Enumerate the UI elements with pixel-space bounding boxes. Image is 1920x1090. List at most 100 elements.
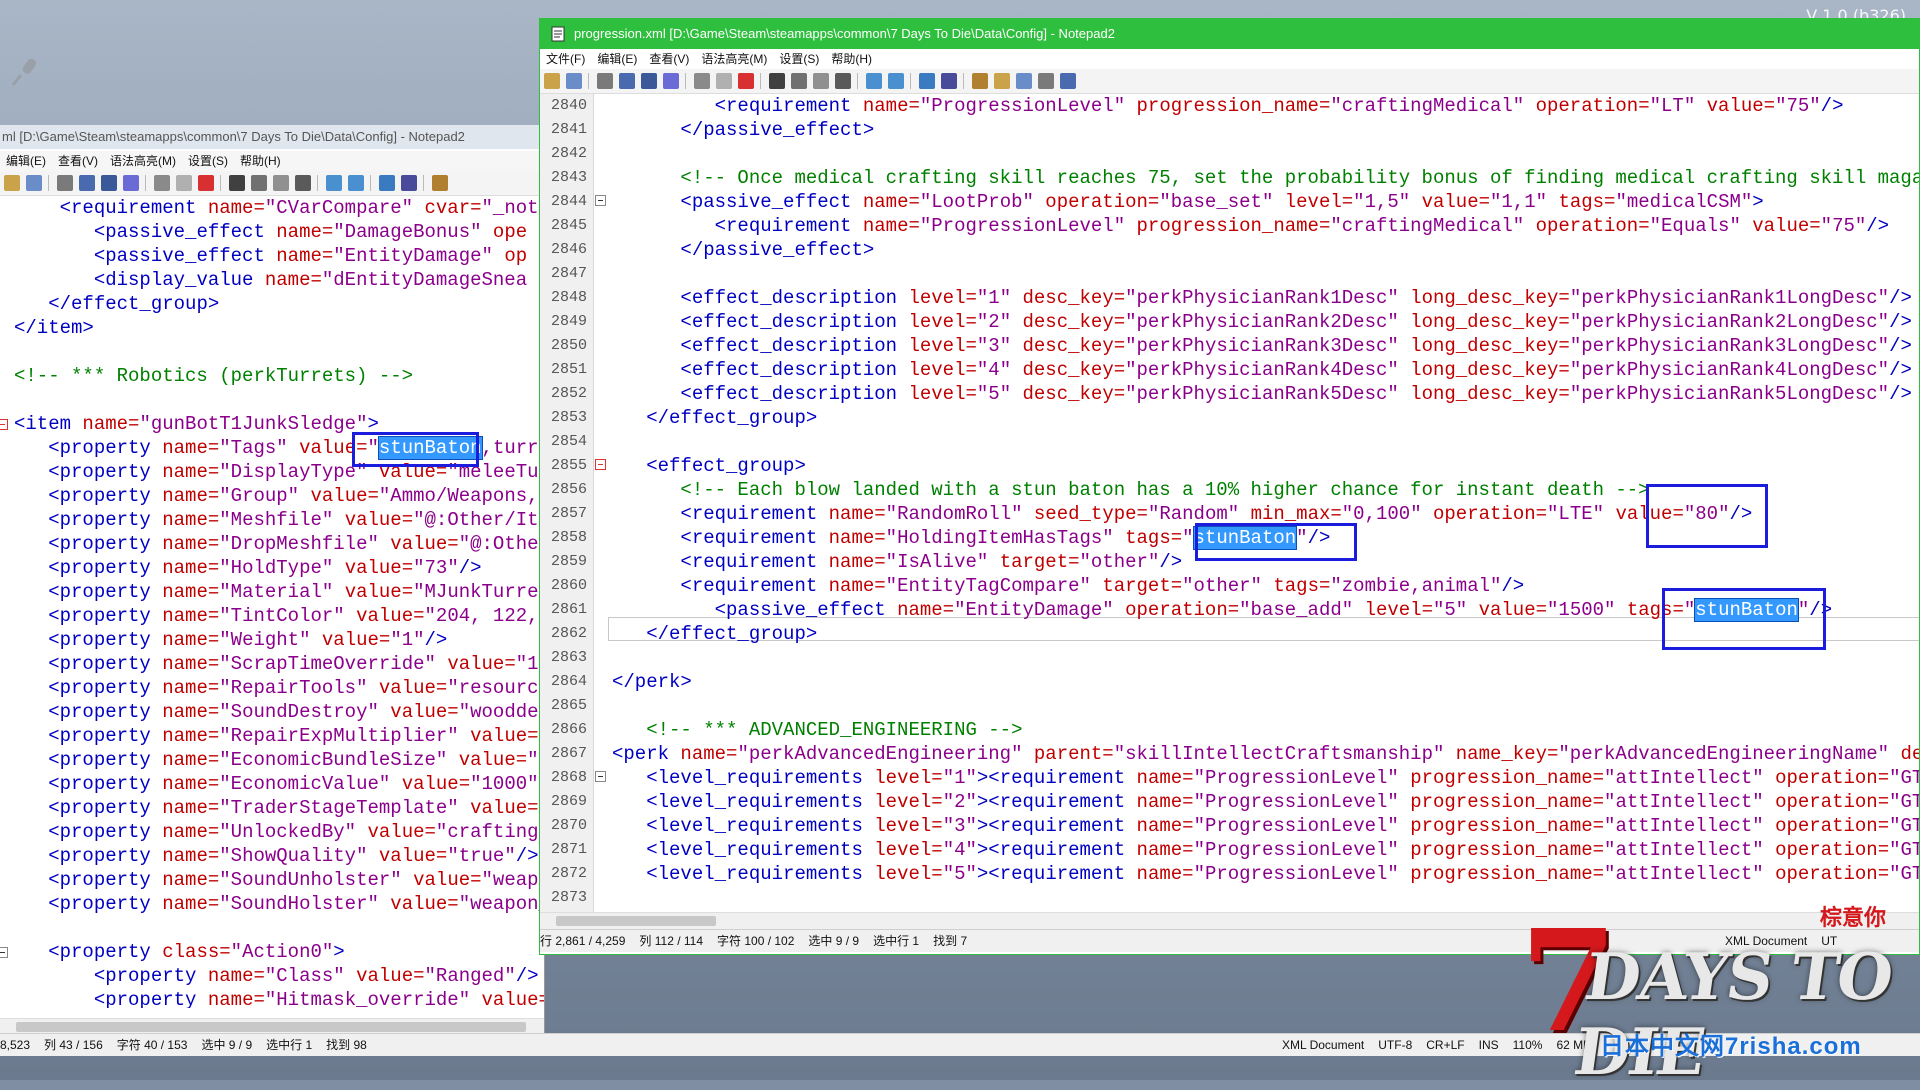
code-line: <property name="DropMeshfile" value="@:O… <box>14 532 544 556</box>
line-number: 2869 <box>550 793 587 810</box>
toolbar-button-icon[interactable] <box>544 73 560 89</box>
line-number: 2850 <box>550 337 587 354</box>
code-token: "3" <box>942 815 977 837</box>
toolbar-button-icon[interactable] <box>26 175 42 191</box>
code-token: "other" <box>1079 551 1160 573</box>
toolbar-button-icon[interactable] <box>4 175 20 191</box>
toolbar-button-icon[interactable] <box>791 73 807 89</box>
toolbar-button-icon[interactable] <box>176 175 192 191</box>
code-token: <property <box>48 557 163 579</box>
fold-toggle-icon[interactable] <box>595 459 606 470</box>
toolbar-button-icon[interactable] <box>229 175 245 191</box>
back-notepad-window[interactable]: ml [D:\Game\Steam\steamapps\common\7 Day… <box>0 125 545 1055</box>
back-code-editor[interactable]: <requirement name="CVarCompare" cvar="_n… <box>0 196 544 1008</box>
code-token: "Ammo/Weapons,Rob <box>378 485 544 507</box>
front-window-titlebar[interactable]: progression.xml [D:\Game\Steam\steamapps… <box>540 19 1919 49</box>
line-number: 2863 <box>550 649 587 666</box>
back-window-titlebar[interactable]: ml [D:\Game\Steam\steamapps\common\7 Day… <box>0 125 544 149</box>
front-menu-item[interactable]: 设置(S) <box>773 49 825 69</box>
toolbar-button-icon[interactable] <box>401 175 417 191</box>
toolbar-button-icon[interactable] <box>716 73 732 89</box>
toolbar-button-icon[interactable] <box>694 73 710 89</box>
toolbar-button-icon[interactable] <box>994 73 1010 89</box>
toolbar-button-icon[interactable] <box>769 73 785 89</box>
status-field: CR+LF <box>1426 1038 1465 1052</box>
toolbar-button-icon[interactable] <box>738 73 754 89</box>
fold-toggle-icon[interactable] <box>0 419 8 430</box>
code-line: <property name="RepairExpMultiplier" val… <box>14 724 544 748</box>
toolbar-button-icon[interactable] <box>154 175 170 191</box>
back-menu-item[interactable]: 编辑(E) <box>0 151 52 171</box>
microphone-icon[interactable] <box>8 55 42 89</box>
toolbar-button-icon[interactable] <box>1060 73 1076 89</box>
toolbar-button-icon[interactable] <box>972 73 988 89</box>
fold-toggle-icon[interactable] <box>595 195 606 206</box>
code-token: <property <box>48 725 163 747</box>
toolbar-button-icon[interactable] <box>835 73 851 89</box>
code-line: </effect_group> <box>612 406 1919 430</box>
code-token: name= <box>162 485 220 507</box>
toolbar-button-icon[interactable] <box>888 73 904 89</box>
code-token: name= <box>162 701 220 723</box>
front-menu-item[interactable]: 帮助(H) <box>825 49 878 69</box>
toolbar-button-icon[interactable] <box>813 73 829 89</box>
back-menu-item[interactable]: 查看(V) <box>52 151 104 171</box>
code-token: name= <box>162 725 220 747</box>
code-token: value= <box>310 485 379 507</box>
toolbar-button-icon[interactable] <box>641 73 657 89</box>
toolbar-button-icon[interactable] <box>597 73 613 89</box>
code-token: /> <box>1889 287 1912 309</box>
toolbar-button-icon[interactable] <box>619 73 635 89</box>
toolbar-button-icon[interactable] <box>198 175 214 191</box>
back-menu-item[interactable]: 语法高亮(M) <box>104 151 182 171</box>
code-line: <passive_effect name="EntityDamage" op <box>14 244 544 268</box>
back-menu-item[interactable]: 帮助(H) <box>234 151 287 171</box>
front-menu-item[interactable]: 文件(F) <box>540 49 591 69</box>
toolbar-button-icon[interactable] <box>123 175 139 191</box>
status-field: 列 43 / 156 <box>44 1038 103 1052</box>
front-menu-item[interactable]: 编辑(E) <box>591 49 643 69</box>
code-token: "resourceRe <box>447 677 544 699</box>
code-token: level= <box>908 335 977 357</box>
code-token: name= <box>276 245 334 267</box>
toolbar-button-icon[interactable] <box>79 175 95 191</box>
code-token: "SoundHolster" <box>219 893 391 915</box>
toolbar-button-icon[interactable] <box>101 175 117 191</box>
code-token: value= <box>1478 599 1548 621</box>
toolbar-button-icon[interactable] <box>1038 73 1054 89</box>
code-token: name= <box>82 413 140 435</box>
code-token: "5" <box>942 863 977 885</box>
toolbar-button-icon[interactable] <box>1016 73 1032 89</box>
toolbar-button-icon[interactable] <box>326 175 342 191</box>
toolbar-button-icon[interactable] <box>57 175 73 191</box>
toolbar-button-icon[interactable] <box>379 175 395 191</box>
fold-toggle-icon[interactable] <box>595 771 606 782</box>
code-token: "attIntellect" <box>1604 863 1776 885</box>
code-token: "2" <box>942 791 977 813</box>
code-token: name= <box>162 749 220 771</box>
front-menu-item[interactable]: 语法高亮(M) <box>695 49 773 69</box>
toolbar-button-icon[interactable] <box>566 73 582 89</box>
code-token: operation= <box>1775 767 1890 789</box>
code-token: name_key= <box>1455 743 1559 765</box>
toolbar-button-icon[interactable] <box>941 73 957 89</box>
toolbar-button-icon[interactable] <box>866 73 882 89</box>
toolbar-button-icon[interactable] <box>348 175 364 191</box>
toolbar-button-icon[interactable] <box>251 175 267 191</box>
front-menu-item[interactable]: 查看(V) <box>643 49 695 69</box>
toolbar-button-icon[interactable] <box>663 73 679 89</box>
code-token: name= <box>276 221 334 243</box>
toolbar-button-icon[interactable] <box>432 175 448 191</box>
fold-toggle-icon[interactable] <box>0 947 8 958</box>
toolbar-button-icon[interactable] <box>273 175 289 191</box>
code-token: "ProgressionLevel" <box>1193 767 1411 789</box>
code-token: <requirement <box>680 551 829 573</box>
toolbar-button-icon[interactable] <box>295 175 311 191</box>
toolbar-button-icon[interactable] <box>919 73 935 89</box>
back-menu-item[interactable]: 设置(S) <box>182 151 234 171</box>
code-line: <perk name="perkAdvancedEngineering" par… <box>612 742 1919 766</box>
code-token: <property <box>48 845 163 867</box>
